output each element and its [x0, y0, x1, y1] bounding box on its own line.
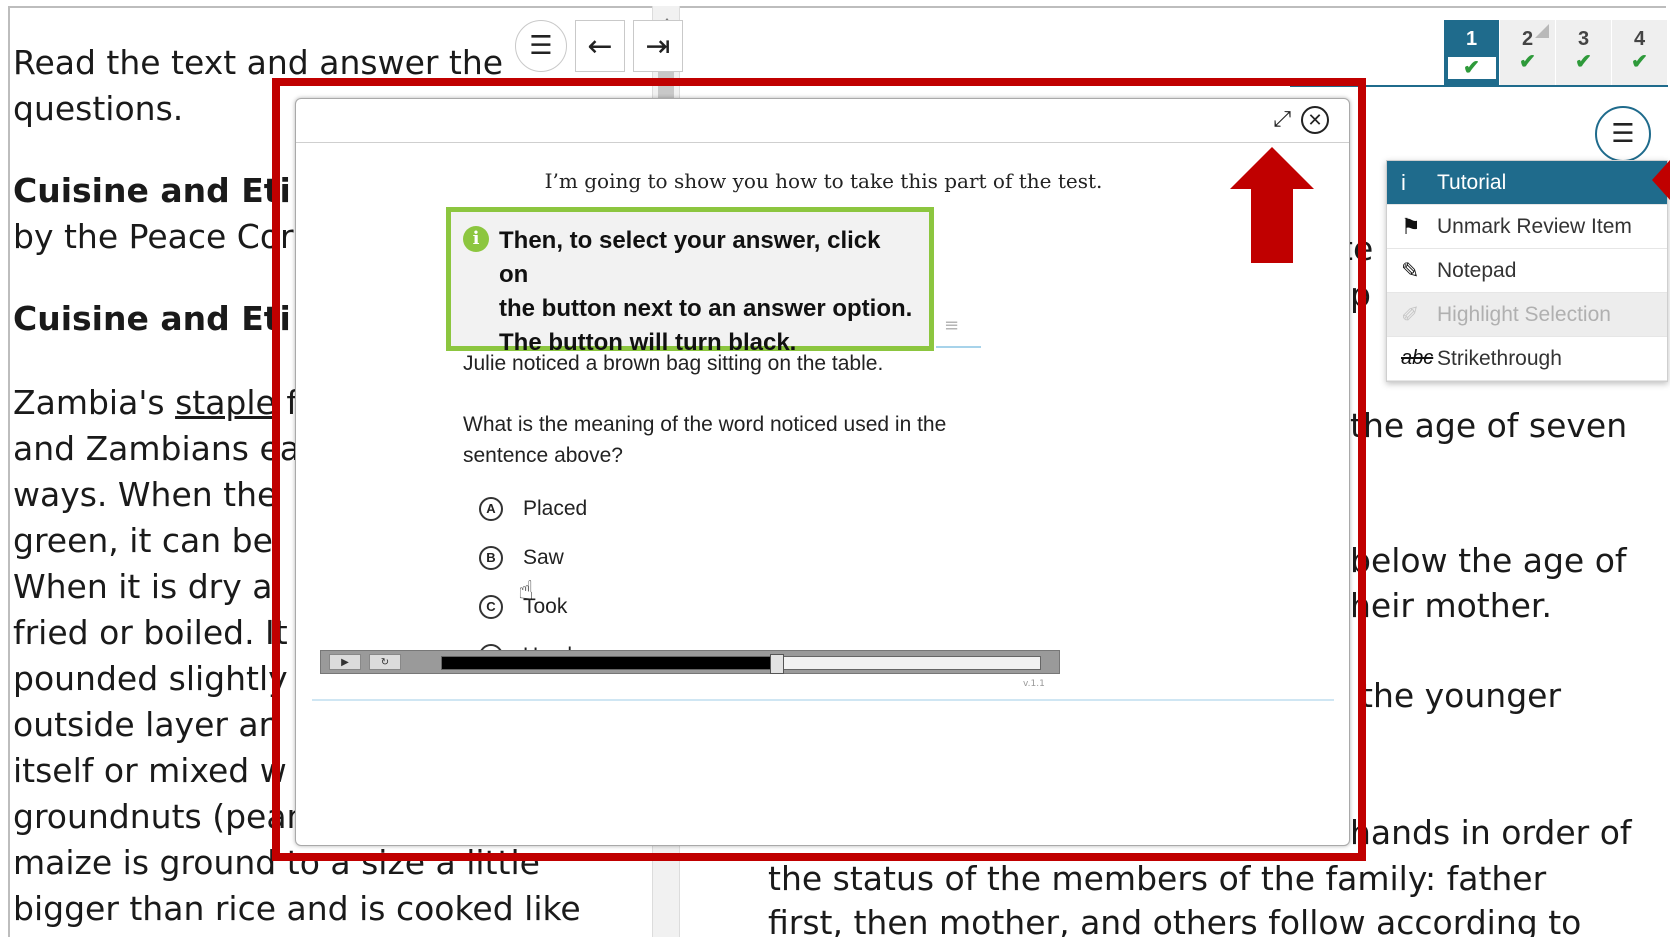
answer-option-a[interactable]: A Placed: [479, 484, 587, 533]
media-player: ▶ ↻: [320, 650, 1060, 674]
menu-item-strikethrough[interactable]: abc Strikethrough: [1387, 337, 1667, 381]
question-text: What is the meaning of the word noticed …: [463, 413, 947, 467]
right-pane-text: the age of seven: [1350, 406, 1628, 445]
close-icon[interactable]: ✕: [1301, 106, 1329, 134]
option-text: Placed: [523, 496, 588, 520]
tab-item-1[interactable]: 1 ✔: [1444, 20, 1500, 86]
strikethrough-icon: abc: [1401, 347, 1434, 369]
glossary-word-staple[interactable]: staple: [175, 383, 276, 422]
tab-number: 3: [1577, 28, 1590, 50]
hand-cursor-icon: ☝: [518, 576, 534, 606]
flag-corner-icon: [1535, 24, 1549, 38]
answer-option-b[interactable]: B Saw: [479, 533, 587, 582]
radio-bubble[interactable]: B: [479, 545, 503, 570]
menu-icon: ≡: [944, 315, 960, 336]
tutorial-caption: I’m going to show you how to take this p…: [544, 169, 1103, 193]
player-version: v.1.1: [1023, 679, 1045, 689]
progress-handle[interactable]: [769, 654, 784, 674]
right-pane-text: p: [1350, 275, 1371, 314]
divider: [312, 699, 1334, 701]
menu-item-label: Tutorial: [1437, 170, 1507, 194]
option-text: Saw: [523, 545, 564, 569]
notepad-icon: ✎: [1401, 257, 1420, 283]
menu-item-unmark-review[interactable]: ⚑ Unmark Review Item: [1387, 205, 1667, 249]
replay-button[interactable]: ↻: [369, 654, 401, 670]
info-icon: i: [463, 226, 489, 252]
item-menu-button[interactable]: ☰: [1595, 106, 1651, 162]
context-menu: i Tutorial ⚑ Unmark Review Item ✎ Notepa…: [1386, 160, 1668, 382]
play-button[interactable]: ▶: [329, 654, 361, 670]
menu-icon: ☰: [1611, 119, 1635, 149]
arrow-shaft: [1251, 188, 1293, 263]
arrow-right-bar-icon: ⇥: [645, 28, 671, 64]
passage-menu-button[interactable]: ☰: [515, 20, 567, 72]
dialog-header: ⤢ ✕: [296, 99, 1349, 143]
menu-item-notepad[interactable]: ✎ Notepad: [1387, 249, 1667, 293]
highlighter-icon: ✐: [1401, 301, 1420, 327]
passage-text: Zambia's: [13, 383, 176, 422]
divider: [936, 346, 981, 348]
checkmark-icon: ✔: [1447, 57, 1496, 79]
tab-item-2[interactable]: 2 ✔: [1500, 20, 1556, 86]
menu-item-highlight-selection: ✐ Highlight Selection: [1387, 293, 1667, 337]
tab-item-4[interactable]: 4 ✔: [1612, 20, 1668, 86]
radio-bubble[interactable]: A: [479, 496, 503, 521]
tab-number: 1: [1465, 28, 1478, 50]
question-stem: Julie noticed a brown bag sitting on the…: [463, 352, 884, 375]
expand-icon[interactable]: ⤢: [1273, 107, 1291, 132]
expand-right-button[interactable]: ⇥: [633, 20, 683, 72]
tutorial-callout: i Then, to select your answer, click on …: [446, 207, 934, 356]
arrow-head: [1230, 147, 1314, 189]
radio-bubble[interactable]: C: [479, 594, 503, 619]
right-pane-text: hands in order of: [1350, 813, 1632, 852]
menu-item-label: Strikethrough: [1437, 346, 1562, 370]
right-pane-text: heir mother.: [1350, 586, 1552, 625]
menu-icon: ☰: [529, 31, 553, 61]
passage-body-line: bigger than rice and is cooked like: [13, 889, 581, 928]
tutorial-dialog: ⤢ ✕ I’m going to show you how to take th…: [295, 98, 1350, 846]
checkmark-icon: ✔: [1519, 51, 1536, 73]
annotation-arrow: [1230, 147, 1314, 263]
progress-fill: [442, 657, 777, 669]
item-tabs: 1 ✔ 2 ✔ 3 ✔ 4 ✔: [1444, 20, 1668, 86]
tab-underline: [1290, 85, 1668, 87]
progress-track[interactable]: [441, 654, 1041, 674]
callout-line: the button next to an answer option.: [499, 295, 913, 322]
annotation-pointer: [1652, 160, 1670, 200]
right-pane-text: the younger: [1360, 676, 1562, 715]
right-pane-text: the status of the members of the family:…: [768, 859, 1547, 898]
menu-item-tutorial[interactable]: i Tutorial: [1387, 161, 1667, 205]
checkmark-icon: ✔: [1631, 51, 1648, 73]
arrow-left-icon: ←: [587, 28, 613, 64]
passage-toolbar: ☰ ← ⇥: [515, 20, 683, 72]
menu-item-label: Notepad: [1437, 258, 1517, 282]
right-pane-text: first, then mother, and others follow ac…: [768, 903, 1582, 937]
collapse-left-button[interactable]: ←: [575, 20, 625, 72]
menu-item-label: Unmark Review Item: [1437, 214, 1632, 238]
tab-item-3[interactable]: 3 ✔: [1556, 20, 1612, 86]
tab-number: 4: [1633, 28, 1646, 50]
flag-icon: ⚑: [1401, 213, 1421, 239]
right-pane-text: below the age of: [1350, 541, 1627, 580]
menu-item-label: Highlight Selection: [1437, 302, 1611, 326]
checkmark-icon: ✔: [1575, 51, 1592, 73]
info-icon: i: [1401, 169, 1406, 195]
passage-body-line: maize is ground to a size a little: [13, 843, 540, 882]
callout-line: Then, to select your answer, click on: [499, 227, 881, 288]
